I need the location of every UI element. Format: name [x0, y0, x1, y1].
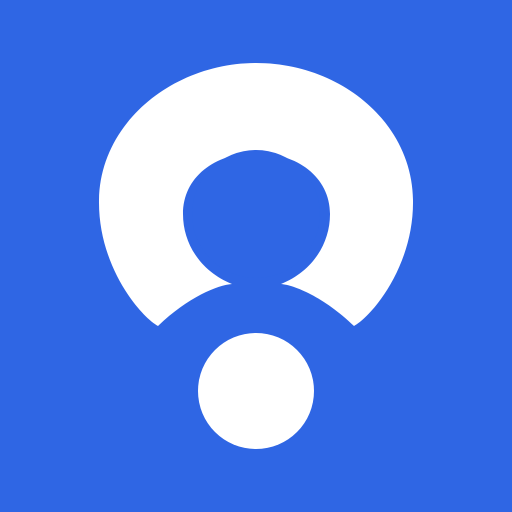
user-head-cutout — [192, 150, 320, 278]
dot-shape — [198, 333, 314, 449]
user-profile-logo-icon — [0, 0, 512, 512]
app-icon-canvas — [0, 0, 512, 512]
